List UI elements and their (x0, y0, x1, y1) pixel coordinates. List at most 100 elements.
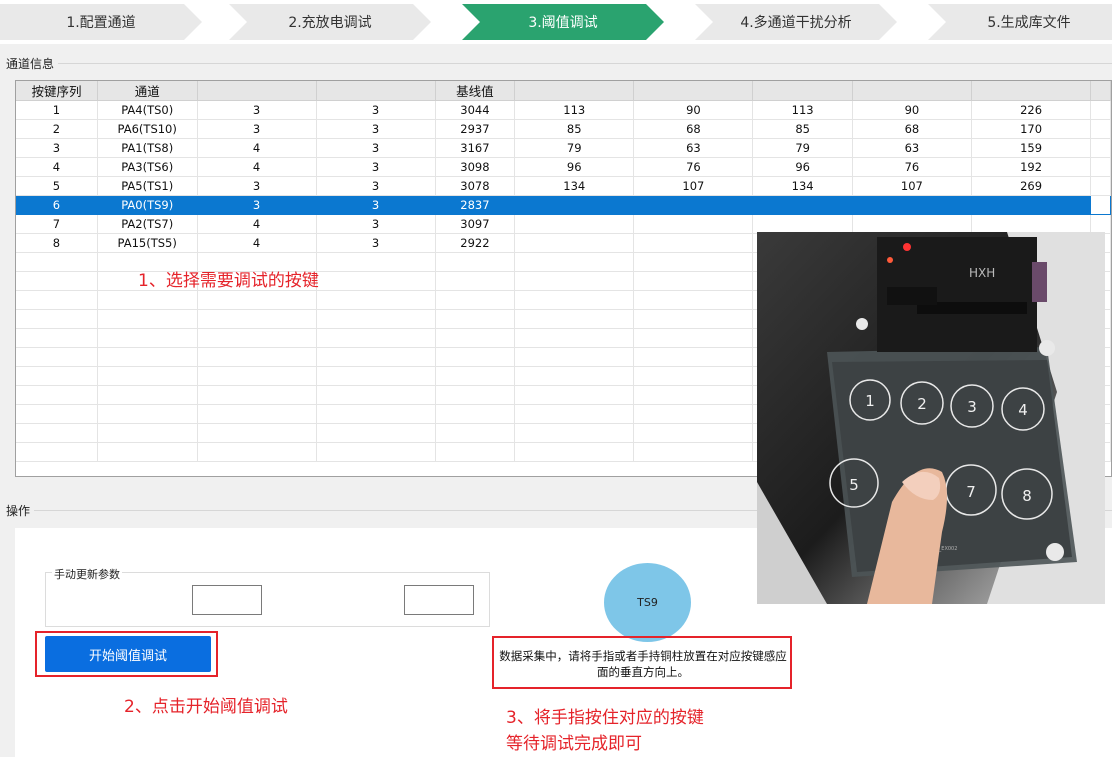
table-cell: PA3(TS6) (97, 157, 198, 177)
table-cell: 113 (514, 100, 635, 120)
param-input-2[interactable] (404, 585, 474, 615)
column-header[interactable]: 基线值 (435, 81, 516, 101)
table-cell (633, 423, 754, 443)
table-cell (97, 328, 198, 348)
table-row[interactable]: 2 PA6(TS10) 3 3 2937 85 68 85 68 170 (16, 119, 1111, 139)
table-cell (97, 309, 198, 329)
table-cell: 85 (752, 119, 853, 139)
table-cell (633, 195, 754, 215)
table-cell (633, 347, 754, 367)
wizard-step-3[interactable]: 3.阈值调试 (462, 4, 664, 40)
table-cell (514, 195, 635, 215)
table-cell: 170 (971, 119, 1092, 139)
table-row[interactable]: 6 PA0(TS9) 3 3 2837 (16, 195, 1111, 215)
table-cell: PA2(TS7) (97, 214, 198, 234)
column-header[interactable] (197, 81, 317, 101)
table-cell: 96 (752, 157, 853, 177)
table-cell: PA4(TS0) (97, 100, 198, 120)
table-row[interactable]: 1 PA4(TS0) 3 3 3044 113 90 113 90 226 (16, 100, 1111, 120)
table-cell (1090, 176, 1111, 196)
wizard-step-label: 5.生成库文件 (987, 15, 1071, 31)
table-cell (1090, 195, 1111, 215)
table-cell: 3 (316, 100, 436, 120)
table-cell: 68 (633, 119, 754, 139)
table-cell (1090, 157, 1111, 177)
table-cell (16, 328, 98, 348)
table-cell (197, 328, 317, 348)
table-row[interactable]: 7 PA2(TS7) 4 3 3097 (16, 214, 1111, 234)
table-cell (316, 328, 436, 348)
column-header[interactable] (971, 81, 1092, 101)
table-cell (197, 423, 317, 443)
key-3: 3 (967, 398, 977, 416)
param-input-1[interactable] (192, 585, 262, 615)
wizard-step-4[interactable]: 4.多通道干扰分析 (695, 4, 897, 40)
table-cell (16, 252, 98, 272)
table-cell: PA1(TS8) (97, 138, 198, 158)
wizard-step-5[interactable]: 5.生成库文件 (928, 4, 1112, 40)
table-cell (633, 309, 754, 329)
key-4: 4 (1018, 401, 1028, 419)
table-cell (97, 404, 198, 424)
column-header[interactable] (633, 81, 754, 101)
column-header[interactable] (316, 81, 436, 101)
table-cell (971, 195, 1092, 215)
table-cell (1090, 100, 1111, 120)
table-cell (752, 214, 853, 234)
table-cell: 134 (752, 176, 853, 196)
table-cell (633, 233, 754, 253)
start-threshold-debug-button[interactable]: 开始阈值调试 (45, 636, 211, 672)
wizard-step-1[interactable]: 1.配置通道 (0, 4, 202, 40)
table-cell (852, 214, 972, 234)
table-cell (316, 252, 436, 272)
table-cell (197, 442, 317, 462)
table-cell (197, 385, 317, 405)
table-cell (514, 214, 635, 234)
table-cell: 7 (16, 214, 98, 234)
channel-section-title: 通道信息 (6, 57, 55, 71)
table-cell: 79 (752, 138, 853, 158)
table-cell: 76 (852, 157, 972, 177)
table-row[interactable]: 3 PA1(TS8) 4 3 3167 79 63 79 63 159 (16, 138, 1111, 158)
column-header[interactable] (852, 81, 972, 101)
table-cell (316, 442, 436, 462)
table-cell: 1 (16, 100, 98, 120)
board-label: HXH (969, 266, 995, 280)
table-cell (633, 366, 754, 386)
table-row[interactable]: 4 PA3(TS6) 4 3 3098 96 76 96 76 192 (16, 157, 1111, 177)
table-cell: 4 (197, 138, 317, 158)
table-cell (16, 404, 98, 424)
table-cell: 96 (514, 157, 635, 177)
table-cell (16, 385, 98, 405)
column-header[interactable] (1090, 81, 1111, 101)
table-cell (197, 404, 317, 424)
table-row[interactable]: 5 PA5(TS1) 3 3 3078 134 107 134 107 269 (16, 176, 1111, 196)
wizard-step-2[interactable]: 2.充放电调试 (229, 4, 431, 40)
table-cell: 2922 (435, 233, 516, 253)
table-cell: 5 (16, 176, 98, 196)
table-cell: 113 (752, 100, 853, 120)
table-cell (316, 271, 436, 291)
table-cell (633, 214, 754, 234)
wizard-step-label: 1.配置通道 (66, 15, 136, 31)
annotation-wait: 等待调试完成即可 (506, 734, 642, 754)
table-cell: 63 (633, 138, 754, 158)
column-header[interactable] (514, 81, 635, 101)
table-cell: 107 (852, 176, 972, 196)
table-cell: 3167 (435, 138, 516, 158)
table-cell (1090, 214, 1111, 234)
table-cell: 68 (852, 119, 972, 139)
column-header[interactable] (752, 81, 853, 101)
table-cell (435, 347, 516, 367)
key-8: 8 (1022, 487, 1032, 505)
table-cell (435, 328, 516, 348)
column-header[interactable]: 按键序列 (16, 81, 98, 101)
table-cell: 3 (316, 157, 436, 177)
table-cell: 2837 (435, 195, 516, 215)
table-cell (752, 195, 853, 215)
table-cell: 269 (971, 176, 1092, 196)
table-cell (514, 385, 635, 405)
column-header[interactable]: 通道 (97, 81, 198, 101)
table-cell (633, 290, 754, 310)
table-cell (514, 271, 635, 291)
